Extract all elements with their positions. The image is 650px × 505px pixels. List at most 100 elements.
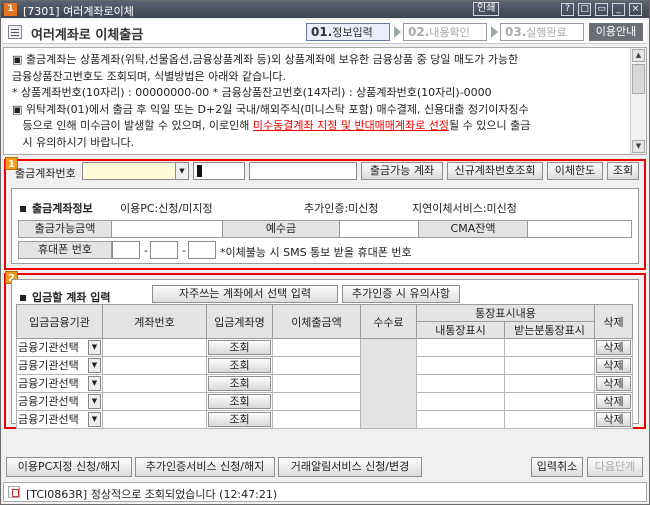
favorite-accounts-button[interactable]: 자주쓰는 계좌에서 선택 입력 bbox=[152, 285, 338, 303]
recipient-memo-cell[interactable] bbox=[503, 356, 596, 375]
bank-select[interactable]: 금융기관선택 ▼ bbox=[18, 340, 101, 355]
restore-icon[interactable]: □ bbox=[578, 3, 591, 16]
account-number-cell[interactable] bbox=[102, 338, 207, 357]
pc-status: 이용PC:신청/미지정 bbox=[120, 202, 213, 215]
phone-part3-input[interactable] bbox=[188, 241, 216, 259]
bank-select[interactable]: 금융기관선택 ▼ bbox=[18, 394, 101, 409]
amount-cell[interactable] bbox=[272, 356, 361, 375]
step-number: 01. bbox=[311, 25, 333, 39]
account-number-cell[interactable] bbox=[102, 392, 207, 411]
account-number-cell[interactable] bbox=[102, 374, 207, 393]
text-cursor bbox=[197, 165, 202, 177]
guide-button[interactable]: 이용안내 bbox=[589, 23, 643, 41]
col-amount: 이체출금액 bbox=[272, 304, 361, 339]
recipient-memo-cell[interactable] bbox=[503, 410, 596, 429]
amount-cell[interactable] bbox=[272, 392, 361, 411]
row-delete-button[interactable]: 삭제 bbox=[596, 394, 632, 409]
print-link[interactable]: 인쇄 bbox=[473, 2, 500, 16]
table-row: 금융기관선택 ▼ 조회 삭제 bbox=[16, 356, 634, 375]
step-number: 03. bbox=[505, 25, 527, 39]
amount-cell[interactable] bbox=[272, 374, 361, 393]
next-step-button[interactable]: 다음단계 bbox=[587, 457, 643, 477]
help-icon[interactable]: ? bbox=[561, 3, 574, 16]
scroll-down-icon[interactable]: ▼ bbox=[632, 140, 645, 153]
recipient-memo-cell[interactable] bbox=[503, 338, 596, 357]
row-delete-button[interactable]: 삭제 bbox=[596, 358, 632, 373]
dropdown-arrow-icon[interactable]: ▼ bbox=[88, 340, 101, 355]
table-row: 금융기관선택 ▼ 조회 삭제 bbox=[16, 410, 634, 429]
my-memo-cell[interactable] bbox=[416, 374, 505, 393]
pc-register-button[interactable]: 이용PC지정 신청/해지 bbox=[6, 457, 132, 477]
bank-cell: 금융기관선택 ▼ bbox=[16, 356, 103, 375]
row-lookup-button[interactable]: 조회 bbox=[208, 376, 271, 391]
table-row: 금융기관선택 ▼ 조회 삭제 bbox=[16, 338, 634, 429]
row-delete-button[interactable]: 삭제 bbox=[596, 412, 632, 427]
table-row: 금융기관선택 ▼ 조회 삭제 bbox=[16, 374, 634, 393]
amount-cell[interactable] bbox=[272, 338, 361, 357]
screen-header: 여러계좌로 이체출금 01.정보입력 02.내용확인 03.실행완료 이용안내 bbox=[3, 20, 647, 44]
row-lookup-button[interactable]: 조회 bbox=[208, 394, 271, 409]
deposit-value bbox=[339, 220, 419, 238]
deposit-heading-text: 입금할 계좌 입력 bbox=[32, 291, 111, 304]
my-memo-cell[interactable] bbox=[416, 392, 505, 411]
extra-auth-notice-button[interactable]: 추가인증 시 유의사항 bbox=[342, 285, 460, 303]
step-confirm: 02.내용확인 bbox=[403, 23, 487, 41]
notice-panel: ▣ 출금계좌는 상품계좌(위탁,선물옵션,금융상품계좌 등)외 상품계좌에 보유… bbox=[3, 47, 647, 155]
phone-part2-input[interactable] bbox=[150, 241, 178, 259]
row-delete-button[interactable]: 삭제 bbox=[596, 376, 632, 391]
bank-select[interactable]: 금융기관선택 ▼ bbox=[18, 376, 101, 391]
new-account-lookup-button[interactable]: 신규계좌번호조회 bbox=[447, 162, 543, 180]
password-field[interactable] bbox=[193, 162, 245, 180]
dropdown-arrow-icon[interactable]: ▼ bbox=[88, 376, 101, 391]
step-label: 정보입력 bbox=[332, 26, 373, 39]
dropdown-arrow-icon[interactable]: ▼ bbox=[88, 358, 101, 373]
bank-cell: 금융기관선택 ▼ bbox=[16, 374, 103, 393]
account-name-field[interactable] bbox=[249, 162, 357, 180]
recipient-memo-cell[interactable] bbox=[503, 374, 596, 393]
account-number-cell[interactable] bbox=[102, 410, 207, 429]
row-delete-button[interactable]: 삭제 bbox=[596, 340, 632, 355]
app-window: 1 [7301] 여러계좌로이체 인쇄 ? □ ▭ _ × 여러계좌로 이체출금… bbox=[0, 0, 650, 505]
dropdown-arrow-icon[interactable]: ▼ bbox=[175, 163, 188, 179]
my-memo-cell[interactable] bbox=[416, 410, 505, 429]
account-info-heading-text: 출금계좌정보 bbox=[32, 202, 93, 215]
deposit-heading: 입금할 계좌 입력 bbox=[20, 289, 111, 305]
phone-dash: - bbox=[144, 244, 148, 257]
available-amount-label: 출금가능금액 bbox=[18, 220, 112, 238]
bank-select[interactable]: 금융기관선택 ▼ bbox=[18, 358, 101, 373]
cancel-input-button[interactable]: 입력취소 bbox=[531, 457, 583, 477]
withdraw-account-select[interactable]: ▼ bbox=[82, 162, 189, 180]
row-lookup-button[interactable]: 조회 bbox=[208, 412, 271, 427]
phone-note: *이체불능 시 SMS 통보 받을 휴대폰 번호 bbox=[220, 246, 412, 259]
deposit-table: 입금금융기관 계좌번호 입금계좌명 이체출금액 수수료 통장표시내용 삭제 내통… bbox=[16, 304, 634, 429]
my-memo-cell[interactable] bbox=[416, 338, 505, 357]
dropdown-arrow-icon[interactable]: ▼ bbox=[88, 394, 101, 409]
phone-part1-input[interactable] bbox=[112, 241, 140, 259]
recipient-memo-cell[interactable] bbox=[503, 392, 596, 411]
cma-balance-label: CMA잔액 bbox=[418, 220, 528, 238]
bank-cell: 금융기관선택 ▼ bbox=[16, 410, 103, 429]
minimize-icon[interactable]: _ bbox=[612, 3, 625, 16]
col-account-number: 계좌번호 bbox=[102, 304, 207, 339]
dropdown-arrow-icon[interactable]: ▼ bbox=[88, 412, 101, 427]
trade-alert-service-button[interactable]: 거래알림서비스 신청/변경 bbox=[278, 457, 422, 477]
notice-scrollbar[interactable]: ▲ ▼ bbox=[630, 48, 646, 154]
message-icon bbox=[8, 486, 20, 498]
delete-cell: 삭제 bbox=[594, 356, 634, 375]
scroll-thumb[interactable] bbox=[632, 64, 645, 94]
my-memo-cell[interactable] bbox=[416, 356, 505, 375]
bank-select[interactable]: 금융기관선택 ▼ bbox=[18, 412, 101, 427]
close-icon[interactable]: × bbox=[629, 3, 642, 16]
available-accounts-button[interactable]: 출금가능 계좌 bbox=[361, 162, 443, 180]
lookup-button[interactable]: 조회 bbox=[607, 162, 639, 180]
transfer-limit-button[interactable]: 이체한도 bbox=[547, 162, 603, 180]
row-lookup-button[interactable]: 조회 bbox=[208, 340, 271, 355]
col-delete: 삭제 bbox=[594, 304, 634, 339]
extra-auth-service-button[interactable]: 추가인증서비스 신청/해지 bbox=[135, 457, 275, 477]
account-number-cell[interactable] bbox=[102, 356, 207, 375]
scroll-up-icon[interactable]: ▲ bbox=[632, 49, 645, 62]
delete-cell: 삭제 bbox=[594, 338, 634, 357]
tile-icon[interactable]: ▭ bbox=[595, 3, 608, 16]
amount-cell[interactable] bbox=[272, 410, 361, 429]
row-lookup-button[interactable]: 조회 bbox=[208, 358, 271, 373]
